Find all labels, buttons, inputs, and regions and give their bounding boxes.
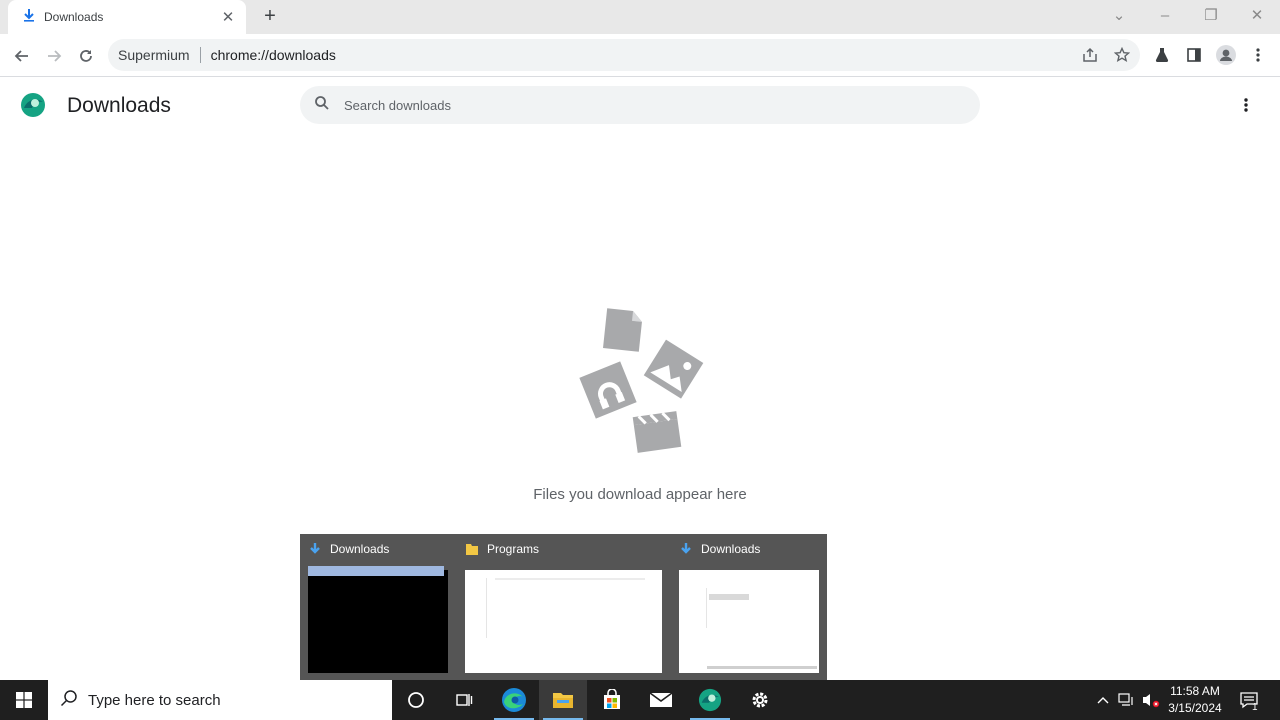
thumbnail-label: Downloads — [330, 542, 390, 556]
chevron-up-icon[interactable] — [1093, 680, 1113, 720]
folder-icon — [466, 544, 478, 555]
page-title: Downloads — [67, 94, 171, 117]
browser-toolbar: Supermium chrome://downloads — [0, 34, 1280, 77]
thumbnail-label: Downloads — [701, 542, 761, 556]
forward-button[interactable] — [40, 42, 68, 70]
search-bar[interactable] — [300, 86, 980, 124]
file-doc-icon — [603, 308, 642, 352]
tab-strip: Downloads ✕ + ⌄ – ❐ ✕ — [0, 0, 1280, 34]
close-icon[interactable]: ✕ — [220, 8, 236, 26]
url-text[interactable]: chrome://downloads — [211, 47, 336, 63]
mail-icon[interactable] — [637, 680, 685, 720]
windows-logo-icon — [16, 692, 32, 708]
task-view-icon[interactable] — [440, 680, 488, 720]
notification-count: 1 — [1252, 702, 1258, 713]
download-icon — [681, 543, 691, 554]
download-icon — [310, 543, 320, 554]
file-explorer-icon[interactable] — [539, 680, 587, 720]
clock-time: 11:58 AM — [1170, 684, 1220, 698]
taskbar-thumbnail-popup: Downloads Programs Downloads — [300, 534, 827, 680]
labs-flask-icon[interactable] — [1151, 44, 1173, 66]
taskbar-search-box[interactable] — [48, 680, 392, 720]
arrow-left-icon — [14, 50, 28, 62]
side-panel-icon[interactable] — [1183, 44, 1205, 66]
window-preview — [465, 570, 662, 673]
menu-icon[interactable] — [1247, 44, 1269, 66]
network-icon[interactable] — [1116, 680, 1136, 720]
window-close-icon[interactable]: ✕ — [1234, 0, 1280, 34]
thumbnail-label: Programs — [487, 542, 540, 556]
thumbnail-window[interactable]: Programs — [457, 534, 670, 680]
chevron-down-icon[interactable]: ⌄ — [1096, 0, 1142, 34]
more-actions-icon[interactable] — [1236, 94, 1256, 116]
clock-date: 3/15/2024 — [1168, 701, 1222, 715]
back-button[interactable] — [8, 42, 36, 70]
arrow-right-icon — [48, 50, 62, 62]
plus-icon[interactable]: + — [258, 4, 282, 28]
system-clock[interactable]: 11:58 AM 3/15/2024 — [1163, 683, 1227, 717]
start-button[interactable] — [0, 680, 48, 720]
restore-icon[interactable]: ❐ — [1188, 0, 1234, 34]
search-icon — [314, 95, 330, 116]
search-icon — [60, 689, 78, 712]
settings-icon[interactable] — [736, 680, 784, 720]
empty-state-message: Files you download appear here — [533, 486, 747, 503]
audio-file-icon — [579, 361, 637, 419]
search-input[interactable] — [344, 97, 924, 113]
edge-icon[interactable] — [490, 680, 538, 720]
site-chip[interactable]: Supermium — [118, 47, 190, 63]
window-preview — [308, 566, 448, 673]
video-file-icon — [632, 411, 682, 453]
download-icon — [22, 8, 36, 27]
image-file-icon — [643, 339, 704, 399]
star-icon[interactable] — [1113, 46, 1131, 64]
empty-downloads-illustration — [575, 300, 710, 460]
reload-icon — [80, 50, 92, 62]
profile-icon[interactable] — [1215, 44, 1237, 66]
share-icon[interactable] — [1081, 46, 1099, 64]
address-bar[interactable]: Supermium chrome://downloads — [108, 39, 1140, 71]
windows-taskbar: 11:58 AM 3/15/2024 1 — [0, 680, 1280, 720]
window-preview — [679, 570, 819, 673]
thumbnail-window[interactable]: Downloads — [671, 534, 827, 680]
supermium-icon[interactable] — [686, 680, 734, 720]
volume-muted-icon[interactable] — [1140, 680, 1162, 720]
address-divider — [199, 47, 201, 63]
reload-button[interactable] — [72, 42, 100, 70]
minimize-icon[interactable]: – — [1142, 0, 1188, 34]
supermium-logo-icon — [20, 92, 46, 118]
thumbnail-window[interactable]: Downloads — [300, 534, 456, 680]
tab-title: Downloads — [44, 10, 104, 24]
tab-downloads[interactable]: Downloads ✕ — [8, 0, 246, 34]
cortana-icon[interactable] — [392, 680, 440, 720]
taskbar-search-input[interactable] — [88, 691, 388, 709]
store-icon[interactable] — [588, 680, 636, 720]
notification-icon[interactable]: 1 — [1236, 680, 1262, 720]
